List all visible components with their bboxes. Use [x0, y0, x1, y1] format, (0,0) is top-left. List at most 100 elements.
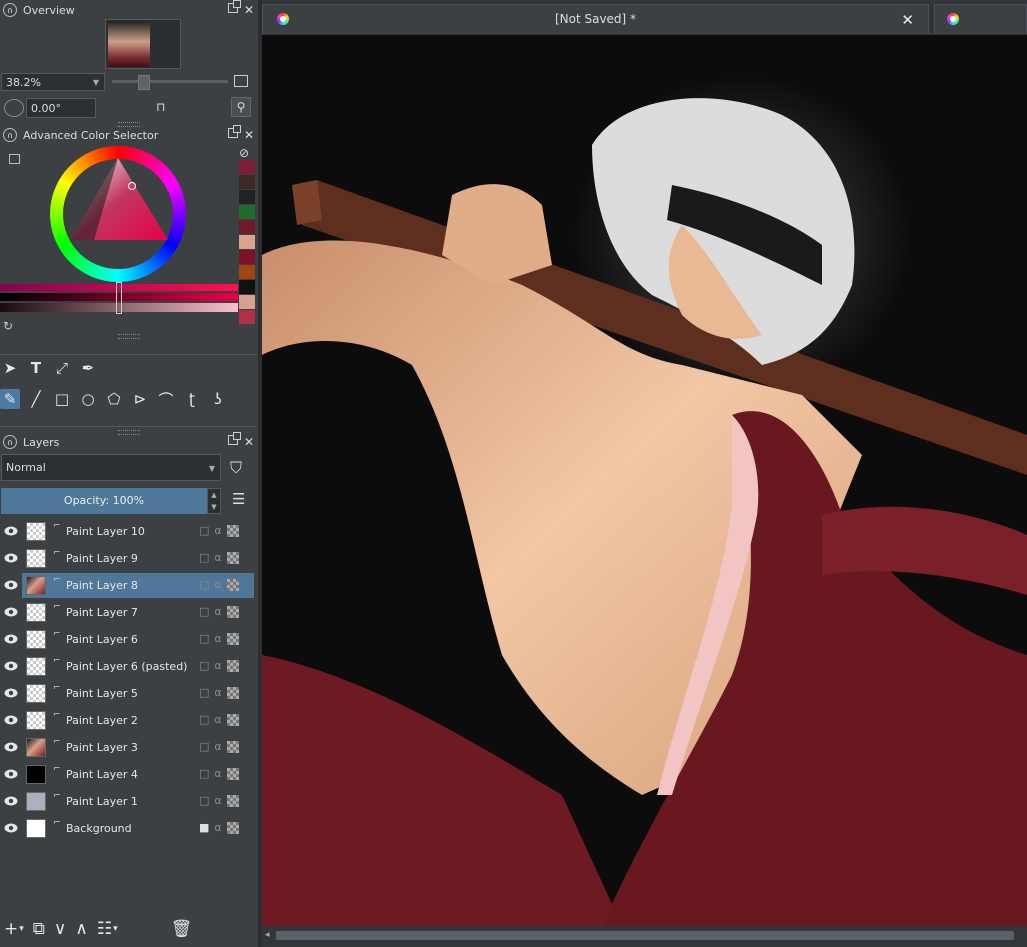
color-history-swatch[interactable] [239, 265, 255, 279]
unlock-icon[interactable]: □ [199, 632, 209, 645]
layer-row[interactable]: ⌐ Paint Layer 5 □ α [0, 680, 255, 707]
layer-row[interactable]: ⌐ Paint Layer 6 □ α [0, 626, 255, 653]
filter-icon[interactable]: ⛉ [230, 458, 242, 478]
visibility-eye-icon[interactable] [4, 769, 18, 779]
inherit-alpha-icon[interactable] [226, 578, 239, 591]
color-history-swatch[interactable] [239, 220, 255, 234]
layer-row[interactable]: ⌐ Paint Layer 3 □ α [0, 734, 255, 761]
color-history-swatch[interactable] [239, 190, 255, 204]
close-icon[interactable]: ✕ [244, 435, 254, 449]
alpha-lock-icon[interactable]: α [214, 632, 221, 645]
layer-properties-icon[interactable]: ☷ [97, 919, 112, 939]
visibility-eye-icon[interactable] [4, 607, 18, 617]
overview-thumbnail[interactable] [105, 19, 181, 69]
unlock-icon[interactable]: □ [199, 659, 209, 672]
layer-row[interactable]: ⌐ Paint Layer 7 □ α [0, 599, 255, 626]
alpha-lock-icon[interactable]: α [214, 578, 221, 591]
visibility-eye-icon[interactable] [4, 823, 18, 833]
color-history-swatch[interactable] [239, 280, 255, 294]
visibility-eye-icon[interactable] [4, 688, 18, 698]
opacity-slider[interactable]: Opacity: 100% [1, 488, 207, 514]
freehand-path-tool-icon[interactable]: ʈ [182, 389, 202, 409]
lock-icon[interactable]: ∩ [3, 3, 17, 17]
float-icon[interactable] [227, 0, 241, 13]
unlock-icon[interactable]: □ [199, 551, 209, 564]
scrollbar-handle[interactable] [276, 931, 1014, 940]
inherit-alpha-icon[interactable] [226, 686, 239, 699]
color-history-swatch[interactable] [239, 250, 255, 264]
alpha-lock-icon[interactable]: α [214, 686, 221, 699]
move-down-icon[interactable]: ∨ [54, 919, 66, 939]
polyline-tool-icon[interactable]: ⊳ [130, 389, 150, 409]
select-tool-icon[interactable]: ➤ [0, 358, 20, 378]
unlock-icon[interactable]: □ [199, 767, 209, 780]
alpha-lock-icon[interactable]: α [214, 713, 221, 726]
chevron-down-icon[interactable]: ▾ [113, 924, 118, 934]
visibility-eye-icon[interactable] [4, 634, 18, 644]
float-icon[interactable] [227, 432, 241, 445]
color-history-swatch[interactable] [239, 205, 255, 219]
alpha-lock-icon[interactable]: α [214, 767, 221, 780]
angle-spinbox[interactable]: 0.00° [26, 98, 96, 118]
inherit-alpha-icon[interactable] [226, 605, 239, 618]
alpha-lock-icon[interactable]: α [214, 551, 221, 564]
horizontal-scrollbar[interactable]: ◂ [262, 926, 1027, 947]
no-color-icon[interactable]: ⊘ [239, 146, 253, 160]
alpha-lock-icon[interactable]: α [214, 740, 221, 753]
ellipse-tool-icon[interactable]: ○ [78, 389, 98, 409]
document-tab[interactable]: [Not Saved] * ✕ [262, 4, 929, 34]
color-wheel[interactable] [50, 146, 186, 282]
fit-view-icon[interactable] [234, 75, 248, 87]
strip-cursor[interactable] [116, 282, 122, 314]
duplicate-layer-icon[interactable]: ⧉ [33, 919, 45, 939]
alpha-lock-icon[interactable]: α [214, 794, 221, 807]
zoom-combo[interactable]: 38.2% ▼ [1, 73, 105, 91]
rotate-dial-icon[interactable] [4, 99, 24, 117]
alpha-lock-icon[interactable]: α [214, 659, 221, 672]
unlock-icon[interactable]: □ [199, 794, 209, 807]
unlock-icon[interactable]: □ [199, 578, 209, 591]
inherit-alpha-icon[interactable] [226, 740, 239, 753]
zoom-slider-handle[interactable] [138, 75, 150, 90]
inherit-alpha-icon[interactable] [226, 659, 239, 672]
visibility-eye-icon[interactable] [4, 526, 18, 536]
layer-row[interactable]: ⌐ Paint Layer 10 □ α [0, 518, 255, 545]
inherit-alpha-icon[interactable] [226, 821, 239, 834]
chevron-down-icon[interactable]: ▾ [19, 924, 24, 934]
second-document-tab[interactable] [934, 4, 1027, 34]
visibility-eye-icon[interactable] [4, 742, 18, 752]
polygon-tool-icon[interactable]: ⬠ [104, 389, 124, 409]
brush-tool-icon[interactable]: ✎ [0, 389, 20, 409]
alpha-lock-icon[interactable]: α [214, 524, 221, 537]
layer-row[interactable]: ⌐ Paint Layer 1 □ α [0, 788, 255, 815]
lock-icon[interactable]: ■ [199, 821, 209, 834]
text-tool-icon[interactable]: T [26, 358, 46, 378]
pin-icon[interactable]: ⚲ [231, 97, 251, 117]
inherit-alpha-icon[interactable] [226, 551, 239, 564]
layer-row[interactable]: ⌐ Paint Layer 4 □ α [0, 761, 255, 788]
unlock-icon[interactable]: □ [199, 686, 209, 699]
calligraphy-tool-icon[interactable]: ✒ [78, 358, 98, 378]
panel-grip[interactable] [118, 334, 140, 339]
layer-row[interactable]: ⌐ Paint Layer 8 □ α [0, 572, 255, 599]
edit-shapes-tool-icon[interactable]: ⤢ [52, 358, 72, 378]
color-history-swatch[interactable] [239, 175, 255, 189]
visibility-eye-icon[interactable] [4, 580, 18, 590]
color-history-swatch[interactable] [239, 235, 255, 249]
close-icon[interactable]: ✕ [244, 3, 254, 17]
mirror-icon[interactable]: ⊓ [156, 100, 165, 114]
opacity-spin[interactable]: ▲ ▼ [207, 488, 221, 514]
layer-row[interactable]: ⌐ Paint Layer 2 □ α [0, 707, 255, 734]
alpha-lock-icon[interactable]: α [214, 605, 221, 618]
add-layer-icon[interactable]: + [4, 919, 18, 939]
dynamic-brush-tool-icon[interactable]: ʖ [208, 389, 228, 409]
alpha-lock-icon[interactable]: α [214, 821, 221, 834]
delete-layer-icon[interactable]: 🗑 [171, 919, 193, 939]
lock-icon[interactable]: ∩ [3, 128, 17, 142]
visibility-eye-icon[interactable] [4, 715, 18, 725]
move-up-icon[interactable]: ∧ [75, 919, 87, 939]
inherit-alpha-icon[interactable] [226, 632, 239, 645]
inherit-alpha-icon[interactable] [226, 524, 239, 537]
line-tool-icon[interactable]: ╱ [26, 389, 46, 409]
color-history-swatch[interactable] [239, 295, 255, 309]
